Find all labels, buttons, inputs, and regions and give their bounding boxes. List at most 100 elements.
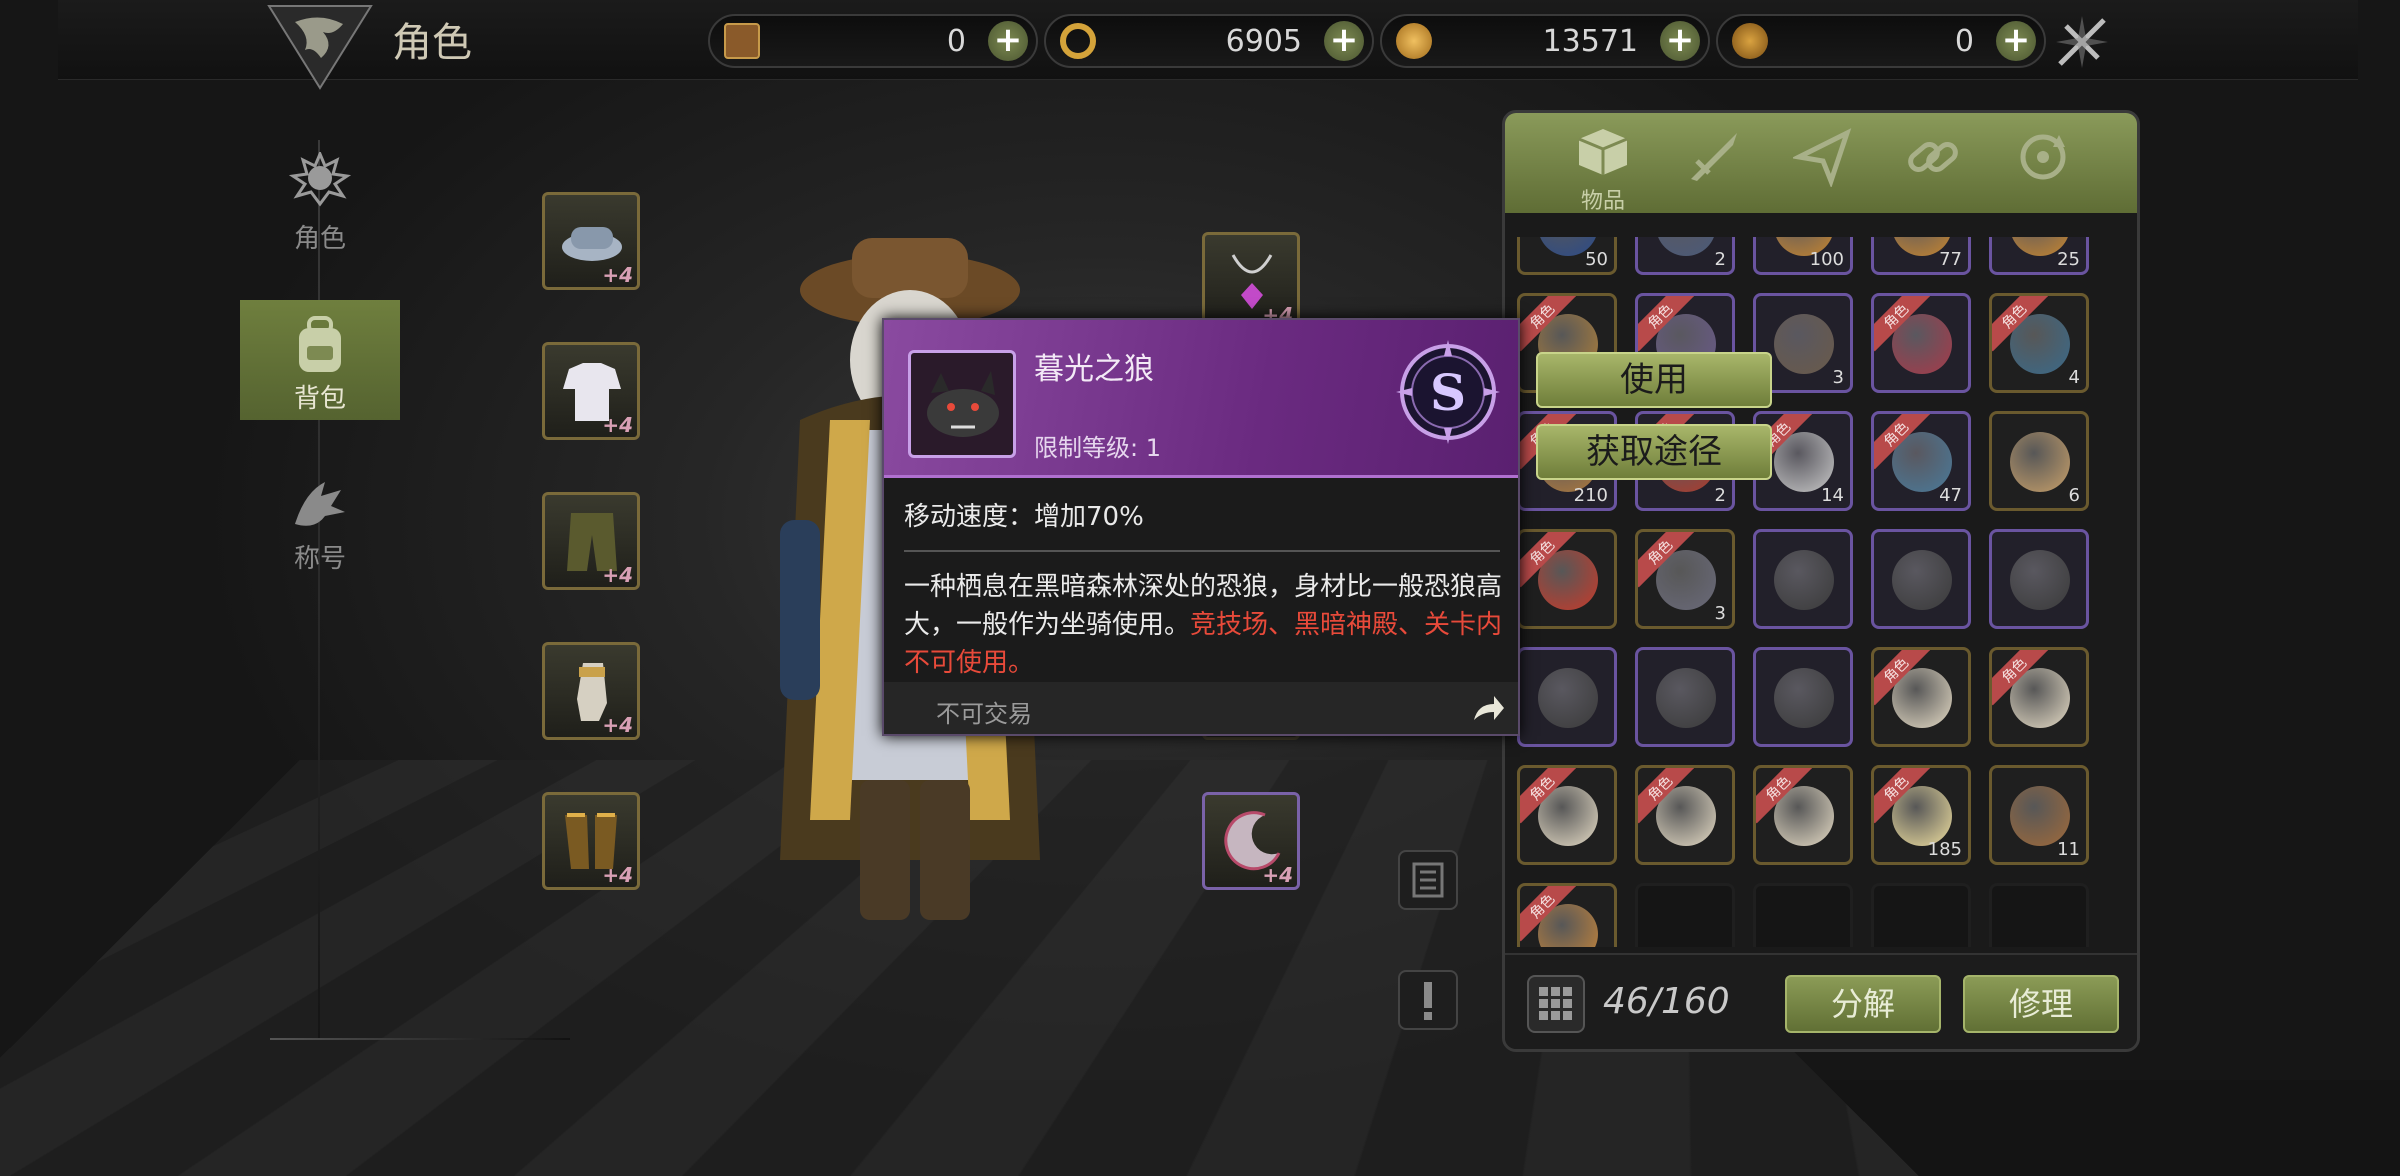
inventory-grid: 5021007725角色角色3角色角色4角色210角色2角色14角色476角色角… <box>1517 237 2127 947</box>
inventory-slot[interactable]: 角色 <box>1871 293 1971 393</box>
enhance-level: +4 <box>602 563 633 587</box>
role-tag: 角色 <box>1874 296 1930 352</box>
alert-button[interactable] <box>1398 970 1458 1030</box>
role-tag: 角色 <box>1638 296 1694 352</box>
nav-title[interactable]: 称号 <box>240 460 400 580</box>
backpack-icon <box>299 316 341 372</box>
role-tag: 角色 <box>1874 768 1930 824</box>
dragon-emblem-icon <box>267 5 373 90</box>
currency-value: 6905 <box>1225 24 1302 59</box>
equip-slot-pants[interactable]: +4 <box>542 492 640 590</box>
inventory-slot[interactable] <box>1871 529 1971 629</box>
coin-ring-icon <box>1060 23 1096 59</box>
role-tag-label: 角色 <box>1520 768 1576 824</box>
inventory-slot-empty[interactable] <box>1871 883 1971 947</box>
inventory-slot[interactable]: 77 <box>1871 237 1971 275</box>
item-stat: 移动速度：增加70% <box>904 502 1144 532</box>
enhance-level: +4 <box>1262 863 1293 887</box>
inventory-slot[interactable]: 角色 <box>1635 765 1735 865</box>
item-tooltip: 暮光之狼 限制等级: 1 S 移动速度：增加70% 一种栖息在黑暗森林深处的恐狼… <box>882 318 1520 736</box>
add-currency-button[interactable]: + <box>988 21 1028 61</box>
item-count: 3 <box>1832 367 1844 388</box>
item-count: 4 <box>2068 367 2080 388</box>
inventory-slot[interactable]: 50 <box>1517 237 1617 275</box>
card-icon <box>724 23 760 59</box>
tab-links[interactable] <box>1893 127 1973 207</box>
item-count: 185 <box>1927 839 1962 860</box>
role-tag-label: 角色 <box>1638 296 1694 352</box>
inventory-slot-empty[interactable] <box>1989 883 2089 947</box>
equip-slot-boots[interactable]: +4 <box>542 792 640 890</box>
grid-view-button[interactable] <box>1527 975 1585 1033</box>
add-currency-button[interactable]: + <box>1660 21 1700 61</box>
equip-slot-moon-blade[interactable]: +4 <box>1202 792 1300 890</box>
item-description: 一种栖息在黑暗森林深处的恐狼，身材比一般恐狼高大，一般作为坐骑使用。竞技场、黑暗… <box>904 568 1504 682</box>
tab-weapons[interactable] <box>1673 127 1753 207</box>
scroll2-icon <box>2010 786 2070 846</box>
tab-materials[interactable] <box>1783 127 1863 207</box>
gold-coin-icon <box>1732 23 1768 59</box>
share-icon[interactable] <box>1470 692 1506 724</box>
level-requirement: 限制等级: 1 <box>1034 434 1161 462</box>
inventory-slot[interactable] <box>1753 647 1853 747</box>
role-tag-label: 角色 <box>1874 296 1930 352</box>
nav-label: 角色 <box>293 224 346 254</box>
inventory-slot[interactable]: 角色 <box>1517 529 1617 629</box>
inventory-slot[interactable]: 6 <box>1989 411 2089 511</box>
inventory-slot[interactable]: 角色 3 <box>1635 529 1735 629</box>
inventory-slot[interactable]: 11 <box>1989 765 2089 865</box>
inventory-slot[interactable]: 2 <box>1635 237 1735 275</box>
obtain-button[interactable]: 获取途径 <box>1536 424 1772 480</box>
map-icon <box>2010 432 2070 492</box>
equip-slot-hat[interactable]: +4 <box>542 192 640 290</box>
equip-slot-necklace[interactable]: +4 <box>1202 232 1300 330</box>
rotate-icon <box>2020 134 2066 180</box>
wolf-icon <box>1774 550 1834 610</box>
add-currency-button[interactable]: + <box>1996 21 2036 61</box>
equip-slot-gloves[interactable]: +4 <box>542 642 640 740</box>
inventory-slot[interactable] <box>1989 529 2089 629</box>
page-title: 角色 <box>392 20 472 66</box>
inventory-slot[interactable]: 角色 185 <box>1871 765 1971 865</box>
currency-value: 0 <box>1954 24 1974 59</box>
nav-backpack[interactable]: 背包 <box>240 300 400 420</box>
enhance-level: +4 <box>602 863 633 887</box>
tab-other[interactable] <box>2003 127 2083 207</box>
inventory-slot[interactable]: 角色 47 <box>1871 411 1971 511</box>
item-name: 暮光之狼 <box>1034 352 1154 387</box>
item-count: 2 <box>1714 249 1726 270</box>
inventory-slot[interactable] <box>1635 647 1735 747</box>
inventory-slot[interactable]: 角色 4 <box>1989 293 2089 393</box>
item-count: 47 <box>1939 485 1962 506</box>
use-button[interactable]: 使用 <box>1536 352 1772 408</box>
nav-label: 背包 <box>293 384 346 414</box>
inventory-slot[interactable]: 25 <box>1989 237 2089 275</box>
close-icon[interactable] <box>2052 12 2112 72</box>
nav-character[interactable]: 角色 <box>240 140 400 260</box>
grid-icon <box>1539 987 1572 1020</box>
repair-button[interactable]: 修理 <box>1963 975 2119 1033</box>
inventory-slot[interactable]: 角色 <box>1989 647 2089 747</box>
decompose-button[interactable]: 分解 <box>1785 975 1941 1033</box>
role-tag: 角色 <box>1874 650 1930 706</box>
add-currency-button[interactable]: + <box>1324 21 1364 61</box>
inventory-slot[interactable] <box>1753 529 1853 629</box>
equip-slot-shirt[interactable]: +4 <box>542 342 640 440</box>
building-button[interactable] <box>1398 850 1458 910</box>
inventory-slot[interactable]: 角色 <box>1517 883 1617 947</box>
inventory-slot[interactable]: 角色 <box>1517 765 1617 865</box>
tab-items[interactable]: 物品 <box>1563 127 1643 214</box>
inventory-slot[interactable]: 100 <box>1753 237 1853 275</box>
item-count: 6 <box>2068 485 2080 506</box>
inventory-slot-empty[interactable] <box>1753 883 1853 947</box>
inventory-capacity: 46/160 <box>1603 981 1730 1022</box>
inventory-slot-empty[interactable] <box>1635 883 1735 947</box>
inventory-slot[interactable] <box>1517 647 1617 747</box>
enhance-level: +4 <box>602 713 633 737</box>
grade-letter: S <box>1430 363 1466 422</box>
nav-label: 称号 <box>293 544 346 574</box>
inventory-slot[interactable]: 角色 <box>1753 765 1853 865</box>
arrowhead-icon <box>1791 128 1852 189</box>
inventory-slot[interactable]: 角色 <box>1871 647 1971 747</box>
item-count: 100 <box>1809 249 1844 270</box>
